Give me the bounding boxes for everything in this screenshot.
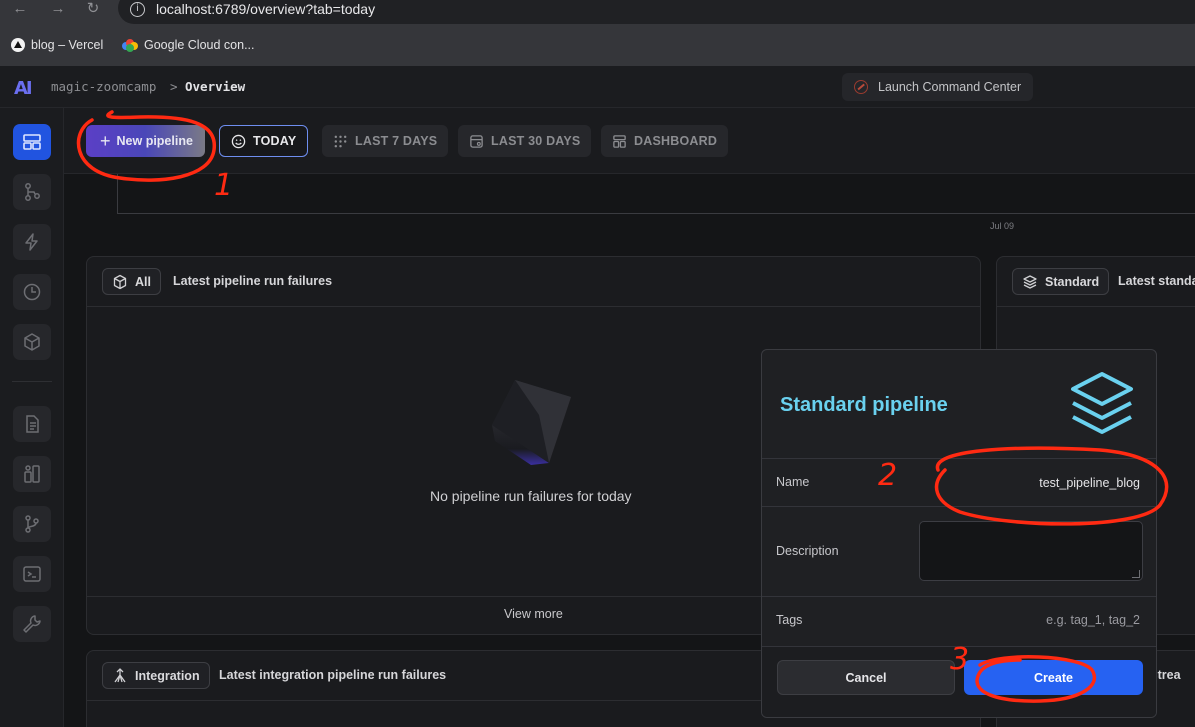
cancel-button[interactable]: Cancel (777, 660, 955, 695)
panel-title: Latest integration pipeline run failures (219, 668, 447, 682)
app-header: AI magic-zoomcamp > Overview Launch Comm… (0, 66, 1195, 108)
launch-button-label: Launch Command Center (878, 80, 1022, 94)
url-text[interactable]: localhost:6789/overview?tab=today (156, 1, 375, 17)
new-pipeline-label: New pipeline (116, 134, 193, 148)
overview-toolbar: + New pipeline TODAY LAST 7 DAYS LAST 30… (64, 108, 1195, 174)
panel-header: Standard Latest standa (997, 257, 1195, 307)
sidebar-item-overview[interactable] (13, 124, 51, 160)
site-info-icon[interactable]: i (130, 2, 145, 17)
cube-icon (24, 333, 40, 351)
lightning-icon (25, 233, 38, 251)
name-label: Name (776, 475, 810, 489)
sidebar-item-pipelines[interactable] (13, 174, 51, 210)
panel-title: Latest standa (1118, 274, 1195, 288)
sidebar-item-files[interactable] (13, 406, 51, 442)
sidebar-item-runs[interactable] (13, 274, 51, 310)
calendar-icon (470, 134, 483, 148)
launch-command-center-button[interactable]: Launch Command Center (842, 73, 1033, 101)
resize-handle-icon[interactable] (1132, 570, 1140, 578)
file-icon (26, 415, 39, 433)
forward-icon[interactable]: → (47, 0, 69, 18)
chip-label: All (135, 274, 151, 289)
sidebar (0, 108, 64, 727)
pipeline-type-chip-standard: Standard (1012, 268, 1110, 295)
vercel-icon (11, 38, 25, 52)
sidebar-item-blocks[interactable] (13, 324, 51, 360)
overview-icon (23, 134, 41, 150)
page-title: Overview (185, 79, 246, 94)
new-pipeline-button[interactable]: + New pipeline (86, 125, 205, 157)
smiley-icon (231, 134, 246, 148)
integration-icon (114, 667, 126, 682)
tab-dashboard[interactable]: DASHBOARD (601, 125, 729, 157)
view-more-link[interactable]: View more (504, 607, 563, 621)
address-bar[interactable]: i localhost:6789/overview?tab=today (118, 0, 1195, 24)
tags-label: Tags (776, 613, 803, 627)
tab-today[interactable]: TODAY (219, 125, 309, 157)
pipeline-type-chip-integration: Integration (102, 662, 210, 689)
sidebar-item-templates[interactable] (13, 456, 51, 492)
templates-icon (24, 465, 40, 483)
create-button[interactable]: Create (964, 660, 1143, 695)
chip-label: Standard (1045, 274, 1100, 289)
sidebar-divider (12, 381, 52, 382)
modal-title: Standard pipeline (780, 394, 948, 416)
modal-divider (762, 458, 1156, 459)
empty-state-cube-icon (492, 380, 571, 465)
command-center-icon (854, 80, 868, 94)
chart-x-tick-label: Jul 09 (990, 221, 1015, 231)
cube-icon (113, 274, 127, 289)
tab-label: LAST 7 DAYS (355, 134, 438, 148)
description-label: Description (776, 544, 839, 558)
clock-icon (23, 283, 41, 301)
bookmark-vercel[interactable]: blog – Vercel (11, 37, 103, 53)
layers-icon (1023, 274, 1037, 289)
sidebar-item-triggers[interactable] (13, 224, 51, 260)
bookmark-label: blog – Vercel (31, 38, 104, 52)
panel-title: Latest pipeline run failures (173, 274, 333, 288)
back-icon[interactable]: ← (9, 0, 31, 18)
browser-chrome: ← → ↻ i localhost:6789/overview?tab=toda… (0, 0, 1195, 66)
description-textarea[interactable] (919, 521, 1143, 581)
google-cloud-icon (122, 39, 138, 52)
panel-header: All Latest pipeline run failures (87, 257, 980, 307)
sidebar-item-settings[interactable] (13, 606, 51, 642)
tab-last-30-days[interactable]: LAST 30 DAYS (458, 125, 592, 157)
name-input[interactable]: test_pipeline_blog (1039, 476, 1140, 490)
dashboard-icon (613, 134, 626, 148)
breadcrumb-project[interactable]: magic-zoomcamp (51, 79, 156, 94)
bookmark-google-cloud[interactable]: Google Cloud con... (122, 37, 255, 53)
pipeline-type-chip-all: All (102, 268, 161, 295)
tab-last-7-days[interactable]: LAST 7 DAYS (322, 125, 449, 157)
standard-pipeline-layers-icon (1071, 372, 1133, 434)
bookmark-label: Google Cloud con... (144, 38, 255, 52)
tags-input[interactable]: e.g. tag_1, tag_2 (1046, 613, 1140, 627)
sidebar-item-version-control[interactable] (13, 506, 51, 542)
annotation-number-3: 3 (950, 642, 970, 677)
git-branch-icon (25, 515, 39, 533)
pipeline-tree-icon (25, 183, 40, 201)
run-chart-area (117, 174, 1195, 214)
reload-icon[interactable]: ↻ (82, 0, 104, 18)
terminal-icon (23, 566, 41, 582)
annotation-number-2: 2 (878, 458, 898, 493)
modal-divider (762, 596, 1156, 597)
tab-label: DASHBOARD (634, 134, 718, 148)
breadcrumb-separator: > (170, 79, 178, 94)
tab-label: TODAY (253, 134, 297, 148)
empty-state-message: No pipeline run failures for today (430, 488, 632, 504)
modal-divider (762, 506, 1156, 507)
mage-logo[interactable]: AI (14, 78, 33, 99)
wrench-icon (23, 615, 41, 633)
plus-icon: + (100, 131, 111, 151)
grid-dots-icon (334, 135, 347, 147)
annotation-number-1: 1 (214, 168, 234, 203)
sidebar-item-terminal[interactable] (13, 556, 51, 592)
chip-label: Integration (135, 668, 200, 683)
tab-label: LAST 30 DAYS (491, 134, 581, 148)
